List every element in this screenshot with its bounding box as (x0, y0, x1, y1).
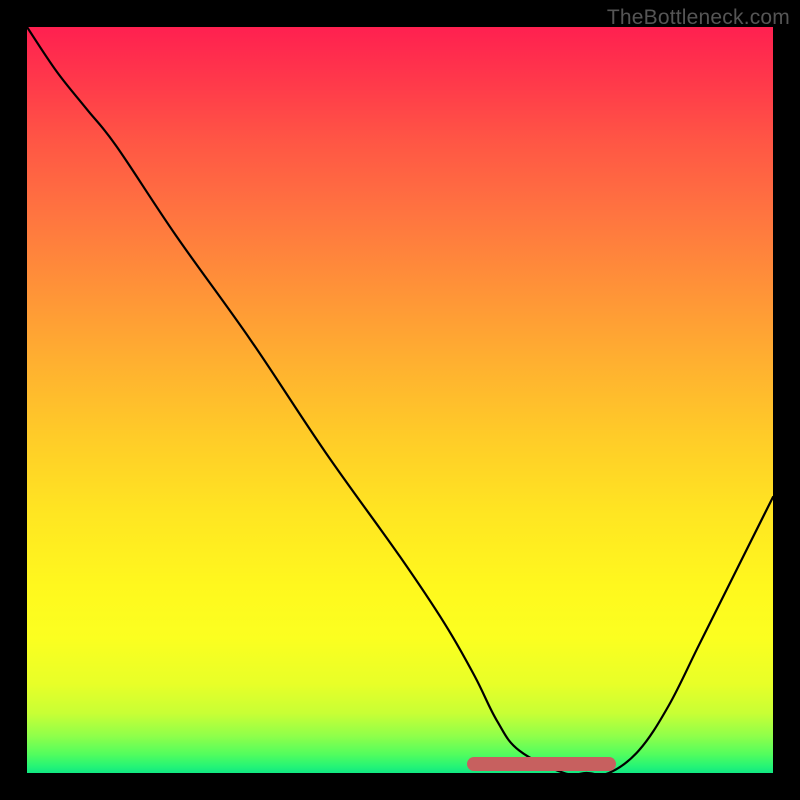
bottleneck-curve-line (27, 27, 773, 773)
chart-plot-area (27, 27, 773, 773)
watermark-label: TheBottleneck.com (607, 6, 790, 30)
optimal-range-highlight (467, 757, 616, 771)
chart-svg (27, 27, 773, 773)
